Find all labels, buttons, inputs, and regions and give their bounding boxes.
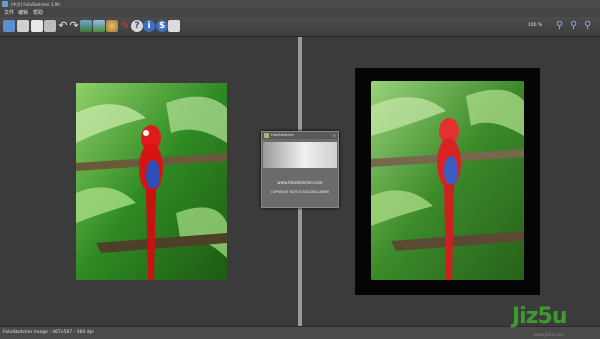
info-icon[interactable]: i: [143, 20, 155, 32]
help-icon[interactable]: ?: [131, 20, 143, 32]
menu-edit[interactable]: 编辑: [18, 9, 28, 17]
website-link[interactable]: www.fotosketcher.com: [262, 180, 338, 185]
app-icon: [264, 133, 269, 138]
brush-icon[interactable]: ✎: [119, 20, 131, 32]
menu-help[interactable]: 帮助: [33, 9, 43, 17]
redo-icon[interactable]: ↷: [68, 20, 80, 32]
toolbar: ↶ ↷ ✎ ? i $ 100 % ⚲ ⚲ ⚲: [0, 17, 600, 37]
watermark-brand: Jiz5u: [512, 304, 568, 329]
copyright-link[interactable]: COPYRIGHT NOTICE AND DISCLAIMER: [262, 190, 338, 194]
window-title: [中文] FotoSketcher 3.90: [11, 2, 60, 7]
dialog-title: FotoSketcher: [271, 133, 294, 137]
palette-icon[interactable]: [106, 20, 118, 32]
watermark-url: www.jiz5u.com: [534, 332, 564, 337]
settings-icon[interactable]: $: [156, 20, 168, 32]
zoom-in-icon[interactable]: ⚲: [556, 20, 568, 32]
batch-icon[interactable]: [93, 20, 105, 32]
paste-icon[interactable]: [44, 20, 56, 32]
menu-file[interactable]: 文件: [4, 9, 14, 17]
result-image[interactable]: [371, 81, 524, 280]
zoom-out-icon[interactable]: ⚲: [570, 20, 582, 32]
original-image[interactable]: [76, 83, 227, 280]
watermark-logo: Jiz5u www.jiz5u.com: [512, 304, 568, 337]
dialog-title-bar: FotoSketcher ×: [262, 132, 338, 139]
status-bar: FotoSketcher image : 467x587 - 360 dpi: [0, 326, 600, 339]
zoom-fit-icon[interactable]: ⚲: [584, 20, 596, 32]
open-image-icon[interactable]: [3, 20, 15, 32]
about-dialog[interactable]: FotoSketcher × www.fotosketcher.com COPY…: [261, 131, 339, 208]
app-icon: [2, 1, 8, 7]
save-image-icon[interactable]: [17, 20, 29, 32]
close-icon[interactable]: ×: [333, 132, 336, 139]
menu-bar: 文件 编辑 帮助: [0, 9, 600, 17]
image-icon[interactable]: [80, 20, 92, 32]
zoom-level: 100 %: [528, 23, 543, 28]
status-text: FotoSketcher image : 467x587 - 360 dpi: [3, 330, 94, 335]
dialog-banner: [263, 142, 337, 168]
print-icon[interactable]: [168, 20, 180, 32]
copy-icon[interactable]: [31, 20, 43, 32]
window-controls: –□×: [571, 1, 598, 18]
